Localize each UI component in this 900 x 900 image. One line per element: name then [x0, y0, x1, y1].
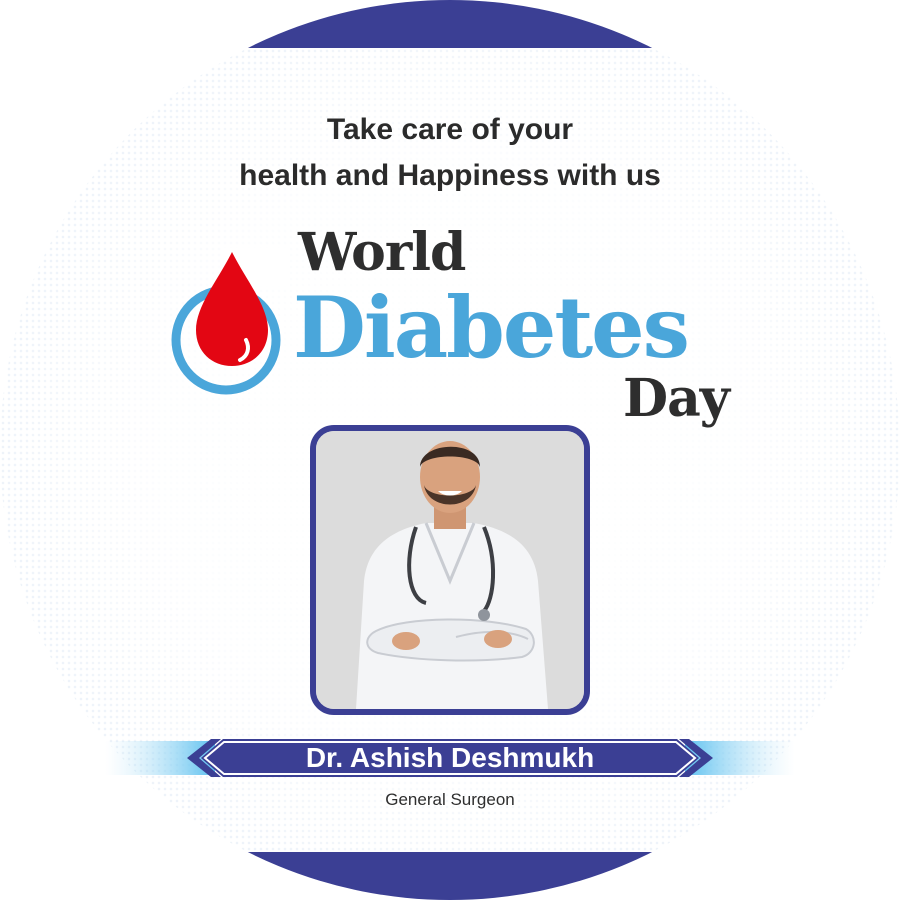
top-band	[0, 0, 900, 48]
title-diabetes: Diabetes	[293, 278, 690, 377]
bottom-band	[0, 852, 900, 900]
tagline-line-1: Take care of your	[326, 113, 574, 146]
title-world: World	[298, 222, 466, 283]
title-day: Day	[623, 368, 730, 429]
tagline-line-2: health and Happiness with us	[239, 159, 661, 192]
doctor-name: Dr. Ashish Deshmukh	[305, 742, 595, 773]
doctor-photo	[310, 425, 590, 715]
doctor-illustration	[316, 431, 584, 709]
blood-drop-icon	[171, 248, 290, 395]
poster: Take care of your health and Happiness w…	[0, 0, 900, 900]
doctor-role: General Surgeon	[385, 790, 515, 809]
